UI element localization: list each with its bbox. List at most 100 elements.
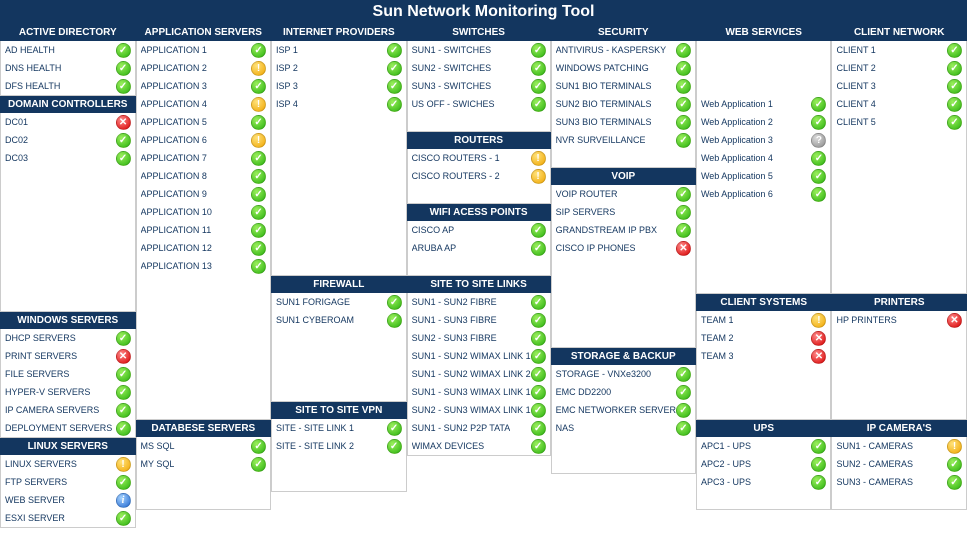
- status-row[interactable]: SUN3 - CAMERAS: [832, 473, 966, 491]
- status-row[interactable]: CLIENT 3: [832, 77, 966, 95]
- status-label: SUN1 - SUN2 WIMAX LINK 2: [412, 369, 531, 379]
- status-row[interactable]: ISP 2: [272, 59, 406, 77]
- status-row[interactable]: Web Application 6: [697, 185, 831, 203]
- status-row[interactable]: ISP 3: [272, 77, 406, 95]
- status-row[interactable]: IP CAMERA SERVERS: [1, 401, 135, 419]
- status-row[interactable]: SUN1 - SUN2 FIBRE: [408, 293, 550, 311]
- status-row[interactable]: SUN1 - CAMERAS: [832, 437, 966, 455]
- status-row[interactable]: DC03: [1, 149, 135, 167]
- status-row[interactable]: APPLICATION 10: [137, 203, 271, 221]
- status-row[interactable]: ESXI SERVER: [1, 509, 135, 527]
- status-row[interactable]: NAS: [552, 419, 695, 437]
- status-row[interactable]: [697, 41, 831, 59]
- status-row[interactable]: WIMAX DEVICES: [408, 437, 550, 455]
- status-row[interactable]: SUN2 - CAMERAS: [832, 455, 966, 473]
- status-row[interactable]: FTP SERVERS: [1, 473, 135, 491]
- status-row[interactable]: APPLICATION 12: [137, 239, 271, 257]
- status-row[interactable]: Web Application 1: [697, 95, 831, 113]
- status-row[interactable]: ISP 1: [272, 41, 406, 59]
- status-row[interactable]: TEAM 3: [697, 347, 831, 365]
- status-row[interactable]: APPLICATION 3: [137, 77, 271, 95]
- section-body: CISCO ROUTERS - 1CISCO ROUTERS - 2: [407, 149, 551, 204]
- status-row[interactable]: SUN2 - SUN3 WIMAX LINK 1: [408, 401, 550, 419]
- status-row[interactable]: APPLICATION 4: [137, 95, 271, 113]
- status-row[interactable]: WEB SERVER: [1, 491, 135, 509]
- status-row[interactable]: SUN3 - SWITCHES: [408, 77, 550, 95]
- status-row[interactable]: SUN1 - SUN2 WIMAX LINK 2: [408, 365, 550, 383]
- status-row[interactable]: CISCO ROUTERS - 2: [408, 167, 550, 185]
- status-row[interactable]: ARUBA AP: [408, 239, 550, 257]
- status-row[interactable]: Web Application 4: [697, 149, 831, 167]
- section-body: STORAGE - VNXe3200EMC DD2200EMC NETWORKE…: [551, 365, 696, 474]
- status-row[interactable]: CISCO ROUTERS - 1: [408, 149, 550, 167]
- status-row[interactable]: Web Application 5: [697, 167, 831, 185]
- status-row[interactable]: APPLICATION 6: [137, 131, 271, 149]
- status-row[interactable]: Web Application 2: [697, 113, 831, 131]
- status-row[interactable]: SUN2 - SUN3 FIBRE: [408, 329, 550, 347]
- status-row[interactable]: CISCO AP: [408, 221, 550, 239]
- status-row[interactable]: SITE - SITE LINK 1: [272, 419, 406, 437]
- status-row[interactable]: AD HEALTH: [1, 41, 135, 59]
- status-row[interactable]: SUN1 - SUN2 P2P TATA: [408, 419, 550, 437]
- status-row[interactable]: SUN3 BIO TERMINALS: [552, 113, 695, 131]
- status-row[interactable]: DEPLOYMENT SERVERS: [1, 419, 135, 437]
- status-row[interactable]: EMC NETWORKER SERVER: [552, 401, 695, 419]
- status-row[interactable]: LINUX SERVERS: [1, 455, 135, 473]
- status-row[interactable]: EMC DD2200: [552, 383, 695, 401]
- status-row[interactable]: APPLICATION 2: [137, 59, 271, 77]
- status-row[interactable]: CLIENT 5: [832, 113, 966, 131]
- status-row[interactable]: APPLICATION 13: [137, 257, 271, 275]
- status-row[interactable]: ANTIVIRUS - KASPERSKY: [552, 41, 695, 59]
- status-row[interactable]: APPLICATION 9: [137, 185, 271, 203]
- status-row[interactable]: WINDOWS PATCHING: [552, 59, 695, 77]
- status-row[interactable]: SUN1 - SWITCHES: [408, 41, 550, 59]
- status-row[interactable]: [697, 77, 831, 95]
- status-row[interactable]: APPLICATION 11: [137, 221, 271, 239]
- status-row[interactable]: APPLICATION 5: [137, 113, 271, 131]
- status-row[interactable]: CLIENT 2: [832, 59, 966, 77]
- status-row[interactable]: APC2 - UPS: [697, 455, 831, 473]
- status-row[interactable]: SUN1 FORIGAGE: [272, 293, 406, 311]
- status-row[interactable]: PRINT SERVERS: [1, 347, 135, 365]
- section-header: WEB SERVICES: [696, 24, 832, 41]
- status-row[interactable]: DNS HEALTH: [1, 59, 135, 77]
- status-row[interactable]: SUN1 - SUN2 WIMAX LINK 1: [408, 347, 550, 365]
- status-row[interactable]: SUN2 BIO TERMINALS: [552, 95, 695, 113]
- status-row[interactable]: NVR SURVEILLANCE: [552, 131, 695, 149]
- status-row[interactable]: TEAM 2: [697, 329, 831, 347]
- status-row[interactable]: FILE SERVERS: [1, 365, 135, 383]
- spacer-row: [697, 383, 831, 401]
- status-row[interactable]: APPLICATION 8: [137, 167, 271, 185]
- status-row[interactable]: SIP SERVERS: [552, 203, 695, 221]
- status-row[interactable]: US OFF - SWICHES: [408, 95, 550, 113]
- status-row[interactable]: CISCO IP PHONES: [552, 239, 695, 257]
- status-row[interactable]: APPLICATION 1: [137, 41, 271, 59]
- status-row[interactable]: ISP 4: [272, 95, 406, 113]
- status-row[interactable]: VOIP ROUTER: [552, 185, 695, 203]
- status-row[interactable]: CLIENT 1: [832, 41, 966, 59]
- status-row[interactable]: DC01: [1, 113, 135, 131]
- status-row[interactable]: CLIENT 4: [832, 95, 966, 113]
- status-row[interactable]: HYPER-V SERVERS: [1, 383, 135, 401]
- status-row[interactable]: APC3 - UPS: [697, 473, 831, 491]
- status-row[interactable]: DHCP SERVERS: [1, 329, 135, 347]
- status-row[interactable]: SUN1 - SUN3 FIBRE: [408, 311, 550, 329]
- status-row[interactable]: GRANDSTREAM IP PBX: [552, 221, 695, 239]
- status-row[interactable]: APPLICATION 7: [137, 149, 271, 167]
- status-row[interactable]: SUN2 - SWITCHES: [408, 59, 550, 77]
- status-row[interactable]: TEAM 1: [697, 311, 831, 329]
- status-row[interactable]: APC1 - UPS: [697, 437, 831, 455]
- status-row[interactable]: STORAGE - VNXe3200: [552, 365, 695, 383]
- status-row[interactable]: SUN1 - SUN3 WIMAX LINK 1: [408, 383, 550, 401]
- status-row[interactable]: DC02: [1, 131, 135, 149]
- status-row[interactable]: Web Application 3: [697, 131, 831, 149]
- status-row[interactable]: SITE - SITE LINK 2: [272, 437, 406, 455]
- spacer-row: [272, 203, 406, 221]
- status-row[interactable]: SUN1 CYBEROAM: [272, 311, 406, 329]
- status-row[interactable]: DFS HEALTH: [1, 77, 135, 95]
- status-row[interactable]: [697, 59, 831, 77]
- status-row[interactable]: HP PRINTERS: [832, 311, 966, 329]
- status-row[interactable]: MY SQL: [137, 455, 271, 473]
- status-row[interactable]: SUN1 BIO TERMINALS: [552, 77, 695, 95]
- status-row[interactable]: MS SQL: [137, 437, 271, 455]
